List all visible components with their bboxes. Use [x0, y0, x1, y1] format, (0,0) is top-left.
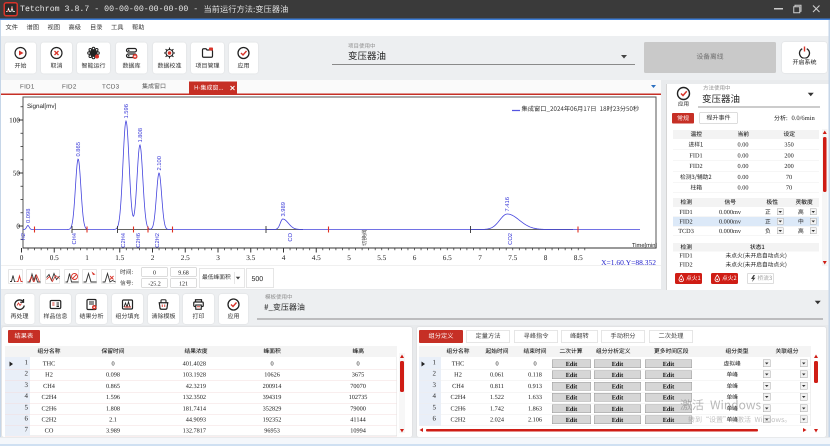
- svg-text:CO2: CO2: [508, 233, 514, 245]
- svg-text:C2H4: C2H4: [121, 233, 127, 248]
- svg-text:4: 4: [282, 254, 286, 262]
- svg-text:CO: CO: [288, 233, 294, 242]
- svg-text:C2H6: C2H6: [136, 233, 142, 248]
- svg-text:4.5: 4.5: [312, 254, 321, 262]
- svg-text:100: 100: [9, 117, 20, 125]
- svg-text:C2H2: C2H2: [155, 233, 161, 248]
- svg-text:0.098: 0.098: [26, 209, 32, 223]
- svg-text:2.100: 2.100: [157, 156, 163, 170]
- svg-text:8.5: 8.5: [574, 254, 583, 262]
- svg-text:5: 5: [347, 254, 351, 262]
- svg-text:3: 3: [216, 254, 220, 262]
- svg-text:6.5: 6.5: [443, 254, 452, 262]
- svg-text:2: 2: [151, 254, 155, 262]
- svg-text:0.865: 0.865: [76, 142, 82, 156]
- svg-text:CH4: CH4: [72, 233, 78, 245]
- svg-text:Time[min]: Time[min]: [632, 243, 657, 249]
- svg-text:2.5: 2.5: [181, 254, 190, 262]
- svg-text:7.416: 7.416: [505, 197, 511, 211]
- svg-text:0: 0: [20, 254, 24, 262]
- svg-text:3.989: 3.989: [281, 202, 287, 216]
- svg-text:8: 8: [544, 254, 548, 262]
- svg-text:1.5: 1.5: [115, 254, 124, 262]
- svg-text:3.5: 3.5: [246, 254, 255, 262]
- svg-text:6: 6: [413, 254, 417, 262]
- svg-text:Signal[mv]: Signal[mv]: [27, 103, 56, 110]
- svg-text:1.808: 1.808: [138, 128, 144, 142]
- svg-text:H2: H2: [21, 233, 27, 240]
- svg-text:1.596: 1.596: [124, 104, 130, 118]
- svg-text:0.5: 0.5: [50, 254, 59, 262]
- svg-text:0: 0: [16, 223, 20, 231]
- svg-text:7.5: 7.5: [508, 254, 517, 262]
- svg-text:5.5: 5.5: [377, 254, 386, 262]
- svg-text:1: 1: [85, 254, 89, 262]
- svg-text:7: 7: [478, 254, 482, 262]
- svg-text:50: 50: [13, 170, 20, 178]
